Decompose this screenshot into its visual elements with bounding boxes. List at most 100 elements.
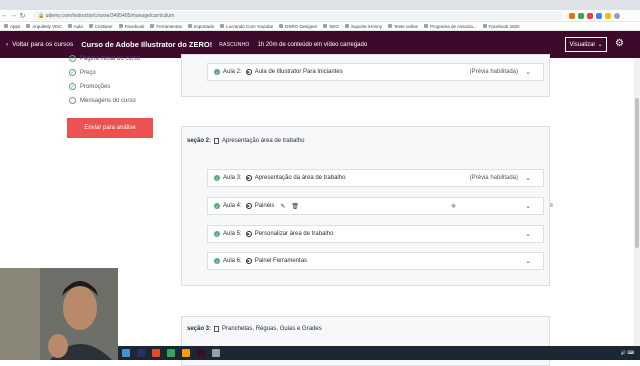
sidebar-item-label: Preço <box>80 69 96 76</box>
lecture-row[interactable]: ✓ Aula 6: ▶ Painel Ferramentas ⌄ <box>207 252 544 270</box>
section-2: seção 2: Apresentação área de trabalho ✓… <box>181 126 553 286</box>
check-icon: ✓ <box>69 83 76 90</box>
extension-icon[interactable] <box>578 12 584 19</box>
bookmark[interactable]: Teste online <box>387 24 418 29</box>
bookmark[interactable]: Aula <box>67 24 83 29</box>
forward-icon[interactable]: → <box>9 12 18 19</box>
lecture-row[interactable]: ✓ Aula 2: ▶ Aula de Illustrator Para Ini… <box>207 63 544 81</box>
bookmark[interactable]: Importado <box>187 24 214 29</box>
app-icon[interactable] <box>182 349 190 357</box>
bookmark[interactable]: Cristiane <box>88 24 113 29</box>
address-bar: ← → ↻ 🔒 udemy.com/instructor/course/3495… <box>0 10 640 22</box>
curriculum: ✓ Aula 2: ▶ Aula de Illustrator Para Ini… <box>165 54 567 366</box>
app-icon[interactable] <box>197 349 205 357</box>
extension-icon[interactable] <box>596 12 602 19</box>
empty-circle-icon <box>69 97 76 104</box>
lecture-row[interactable]: ✓ Aula 4: ▶ Painéis ✎ 🗑 ✥ ⌄ ≡ <box>207 197 553 215</box>
sidebar-item-course-landing[interactable]: ✓ Página inicial do curso <box>69 55 140 62</box>
sidebar-item-label: Mensagens do curso <box>80 97 136 104</box>
cursor-icon: ✥ <box>451 203 457 210</box>
section-title: Apresentação área de trabalho <box>222 138 305 144</box>
document-icon <box>214 326 220 332</box>
sidebar-item-messages[interactable]: Mensagens do curso <box>69 97 136 104</box>
play-icon: ▶ <box>245 69 252 75</box>
app-icon[interactable] <box>212 349 220 357</box>
bookmark[interactable]: Facebook 2020 <box>482 24 520 29</box>
drag-handle-icon[interactable]: ≡ <box>549 203 553 209</box>
back-arrow-icon: ‹ <box>6 41 9 48</box>
webcam-overlay <box>0 268 118 360</box>
check-icon: ✓ <box>214 69 220 75</box>
chevron-down-icon[interactable]: ⌄ <box>525 68 531 76</box>
lecture-row[interactable]: ✓ Aula 5: ▶ Personalizar área de trabalh… <box>207 225 544 243</box>
chevron-down-icon[interactable]: ⌄ <box>525 230 531 238</box>
scrollbar[interactable] <box>634 58 640 360</box>
preview-badge: (Prévia habilitada) <box>469 175 518 181</box>
lock-icon: 🔒 <box>38 12 46 19</box>
lecture-label: Aula 5: <box>223 231 242 237</box>
status-badge: RASCUNHO <box>219 41 250 48</box>
extension-icon[interactable] <box>605 12 611 19</box>
chevron-down-icon[interactable]: ⌄ <box>525 257 531 265</box>
extension-icon[interactable] <box>569 12 575 19</box>
play-icon: ▶ <box>245 258 252 264</box>
bookmark[interactable]: Programa de Associa... <box>424 24 477 29</box>
gear-icon[interactable]: ⚙ <box>615 38 624 49</box>
section-label: seção 3: <box>187 326 212 332</box>
scrollbar-thumb[interactable] <box>635 98 639 248</box>
lecture-row[interactable]: ✓ Aula 3: ▶ Apresentação da área de trab… <box>207 169 544 187</box>
section-header[interactable]: seção 2: Apresentação área de trabalho <box>187 138 304 144</box>
url-field[interactable]: 🔒 udemy.com/instructor/course/3495405/ma… <box>33 11 563 20</box>
lecture-title: Aula de Illustrator Para Iniciantes <box>254 69 343 75</box>
submit-for-review-button[interactable]: Enviar para análise <box>67 118 153 138</box>
reload-icon[interactable]: ↻ <box>18 12 27 20</box>
app-icon[interactable] <box>122 349 130 357</box>
play-icon: ▶ <box>245 175 252 181</box>
check-icon: ✓ <box>214 258 220 264</box>
taskbar: 🔊 ⌨ <box>118 346 640 360</box>
url-text: udemy.com/instructor/course/3495405/mana… <box>45 12 175 19</box>
check-icon: ✓ <box>214 203 220 209</box>
lecture-label: Aula 6: <box>223 258 242 264</box>
section-1: ✓ Aula 2: ▶ Aula de Illustrator Para Ini… <box>181 54 550 97</box>
play-icon: ▶ <box>245 231 252 237</box>
profile-avatar[interactable] <box>614 12 620 19</box>
app-icon[interactable] <box>167 349 175 357</box>
chevron-down-icon: ⌄ <box>597 42 603 48</box>
bookmark[interactable]: Facebook <box>118 24 144 29</box>
back-label: Voltar para os cursos <box>12 41 74 48</box>
back-to-courses-link[interactable]: ‹ Voltar para os cursos <box>6 41 73 48</box>
check-icon: ✓ <box>214 175 220 181</box>
bookmark[interactable]: Apps <box>4 24 20 29</box>
check-icon: ✓ <box>69 55 76 62</box>
lecture-label: Aula 2: <box>223 69 242 75</box>
bookmark[interactable]: Lucrando Com Youtube <box>220 24 273 29</box>
sidebar-item-label: Página inicial do curso <box>80 55 141 62</box>
lecture-title: Personalizar área de trabalho <box>254 231 334 237</box>
back-icon[interactable]: ← <box>0 12 9 19</box>
lecture-label: Aula 4: <box>223 203 242 209</box>
bookmark[interactable]: Ferramentas <box>150 24 182 29</box>
bookmark[interactable]: Suporte iHonny <box>344 24 382 29</box>
lecture-label: Aula 3: <box>223 175 242 181</box>
app-icon[interactable] <box>152 349 160 357</box>
bookmark[interactable]: DSRO Designer <box>279 24 317 29</box>
section-title: Pranchetas, Réguas, Guias e Grades <box>222 326 322 332</box>
lecture-title: Painéis <box>254 203 275 209</box>
extensions <box>569 12 620 19</box>
sidebar-item-price[interactable]: ✓ Preço <box>69 69 96 76</box>
section-header[interactable]: seção 3: Pranchetas, Réguas, Guias e Gra… <box>187 326 322 332</box>
bookmark[interactable]: SEO <box>323 24 339 29</box>
chevron-down-icon[interactable]: ⌄ <box>525 174 531 182</box>
video-time: 1h 20m de conteúdo em vídeo carregado <box>257 41 368 48</box>
bookmark[interactable]: Arquitetiy VDC <box>26 24 62 29</box>
trash-icon[interactable]: 🗑 <box>291 203 299 210</box>
app-icon[interactable] <box>137 349 145 357</box>
sidebar-item-promotions[interactable]: ✓ Promoções <box>69 83 110 90</box>
pencil-icon[interactable]: ✎ <box>280 203 285 210</box>
chevron-down-icon[interactable]: ⌄ <box>525 202 531 210</box>
course-title: Curso de Adobe Illustrator do ZERO! <box>81 40 213 49</box>
extension-icon[interactable] <box>587 12 593 19</box>
view-button[interactable]: Visualizar ⌄ <box>565 37 607 52</box>
check-icon: ✓ <box>69 69 76 76</box>
